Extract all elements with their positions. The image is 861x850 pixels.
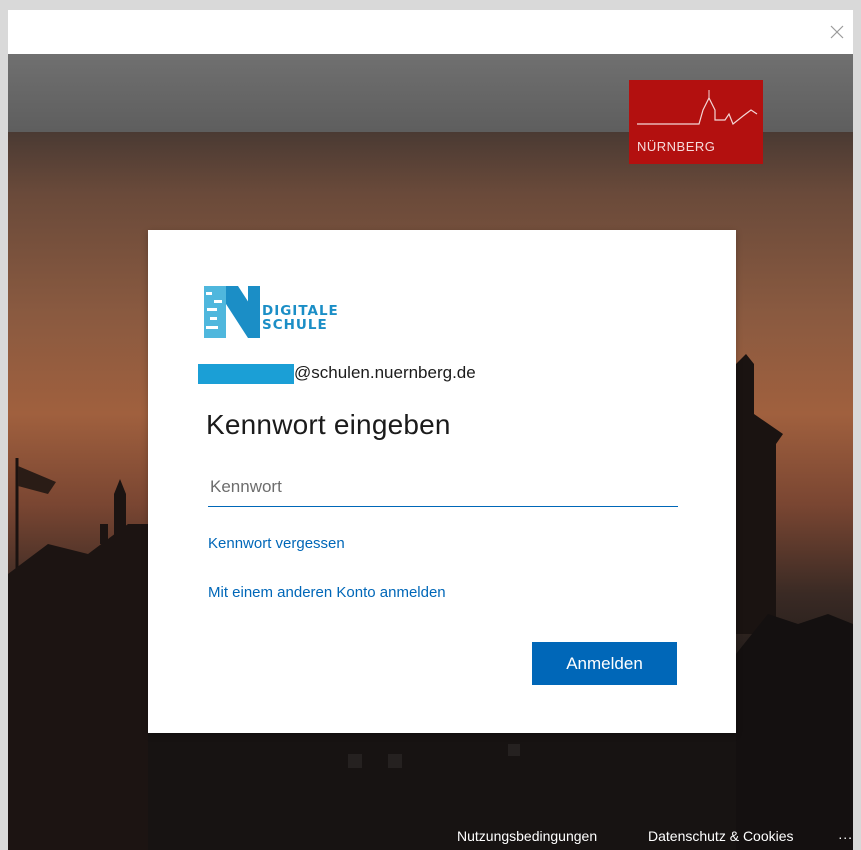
brand-city-name: NÜRNBERG — [637, 139, 716, 154]
forgot-password-link[interactable]: Kennwort vergessen — [208, 535, 345, 552]
logo-line-1: DIGITALE — [262, 303, 339, 319]
logo-wordmark: DIGITALE SCHULE — [262, 304, 339, 332]
terms-link[interactable]: Nutzungsbedingungen — [457, 828, 597, 844]
close-icon — [830, 25, 844, 39]
more-options-button[interactable]: ... — [838, 826, 853, 842]
redacted-username — [198, 364, 294, 384]
password-input[interactable] — [208, 468, 678, 507]
title-bar — [8, 10, 853, 54]
castle-outline-icon — [637, 90, 758, 125]
footer: Nutzungsbedingungen Datenschutz & Cookie… — [8, 822, 853, 850]
background-castle-image: NÜRNBERG DIGITALE SCHULE @schulen.nuernb… — [8, 54, 853, 850]
close-button[interactable] — [825, 20, 849, 44]
sign-in-card: DIGITALE SCHULE @schulen.nuernberg.de Ke… — [148, 230, 736, 733]
sign-in-window: NÜRNBERG DIGITALE SCHULE @schulen.nuernb… — [8, 10, 853, 850]
other-account-link[interactable]: Mit einem anderen Konto anmelden — [208, 584, 446, 601]
sign-in-button[interactable]: Anmelden — [532, 642, 677, 685]
digitale-schule-n-icon — [204, 286, 260, 338]
logo-line-2: SCHULE — [262, 317, 328, 333]
page-title: Kennwort eingeben — [206, 409, 451, 440]
nuernberg-brand-logo: NÜRNBERG — [629, 80, 763, 164]
privacy-cookies-link[interactable]: Datenschutz & Cookies — [648, 828, 794, 844]
email-domain: @schulen.nuernberg.de — [294, 363, 476, 382]
